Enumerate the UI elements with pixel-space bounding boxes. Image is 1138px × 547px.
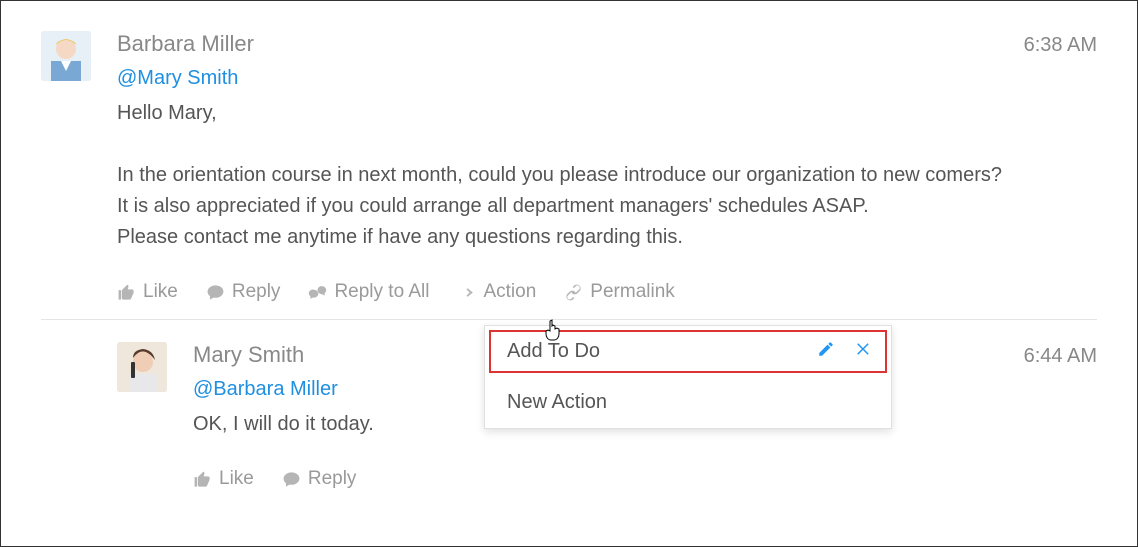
speech-bubble-icon <box>206 283 225 302</box>
mention-link[interactable]: @Barbara Miller <box>193 378 338 401</box>
reply-label: Reply <box>232 281 281 303</box>
avatar[interactable] <box>41 31 91 81</box>
action-button[interactable]: Action <box>457 281 536 303</box>
like-button[interactable]: Like <box>117 281 178 303</box>
post-actions: Like Reply Reply to All Action Permalink <box>117 281 1097 303</box>
thumbs-up-icon <box>193 470 212 489</box>
arrow-right-icon <box>457 283 476 302</box>
post-timestamp: 6:44 AM <box>1024 345 1097 368</box>
speech-bubble-icon <box>282 470 301 489</box>
post-actions: Like Reply <box>193 468 1097 490</box>
speech-bubbles-icon <box>308 283 327 302</box>
action-dropdown: Add To Do New Action <box>484 325 892 429</box>
link-icon <box>564 283 583 302</box>
post-author[interactable]: Mary Smith <box>193 342 304 368</box>
dropdown-item-new-action[interactable]: New Action <box>485 377 891 428</box>
post-body: Hello Mary, In the orientation course in… <box>117 98 1097 253</box>
reply-button[interactable]: Reply <box>206 281 281 303</box>
like-label: Like <box>219 468 254 490</box>
post-timestamp: 6:38 AM <box>1024 34 1097 57</box>
like-button[interactable]: Like <box>193 468 254 490</box>
divider <box>41 319 1097 320</box>
like-label: Like <box>143 281 178 303</box>
permalink-label: Permalink <box>590 281 674 303</box>
post-author[interactable]: Barbara Miller <box>117 31 254 57</box>
action-label: Action <box>483 281 536 303</box>
close-icon[interactable] <box>855 340 873 363</box>
reply-all-button[interactable]: Reply to All <box>308 281 429 303</box>
edit-icon[interactable] <box>817 340 835 363</box>
reply-all-label: Reply to All <box>334 281 429 303</box>
permalink-button[interactable]: Permalink <box>564 281 674 303</box>
reply-label: Reply <box>308 468 357 490</box>
avatar[interactable] <box>117 342 167 392</box>
post: Barbara Miller 6:38 AM @Mary Smith Hello… <box>41 31 1097 303</box>
reply-button[interactable]: Reply <box>282 468 357 490</box>
thumbs-up-icon <box>117 283 136 302</box>
mention-link[interactable]: @Mary Smith <box>117 67 238 90</box>
